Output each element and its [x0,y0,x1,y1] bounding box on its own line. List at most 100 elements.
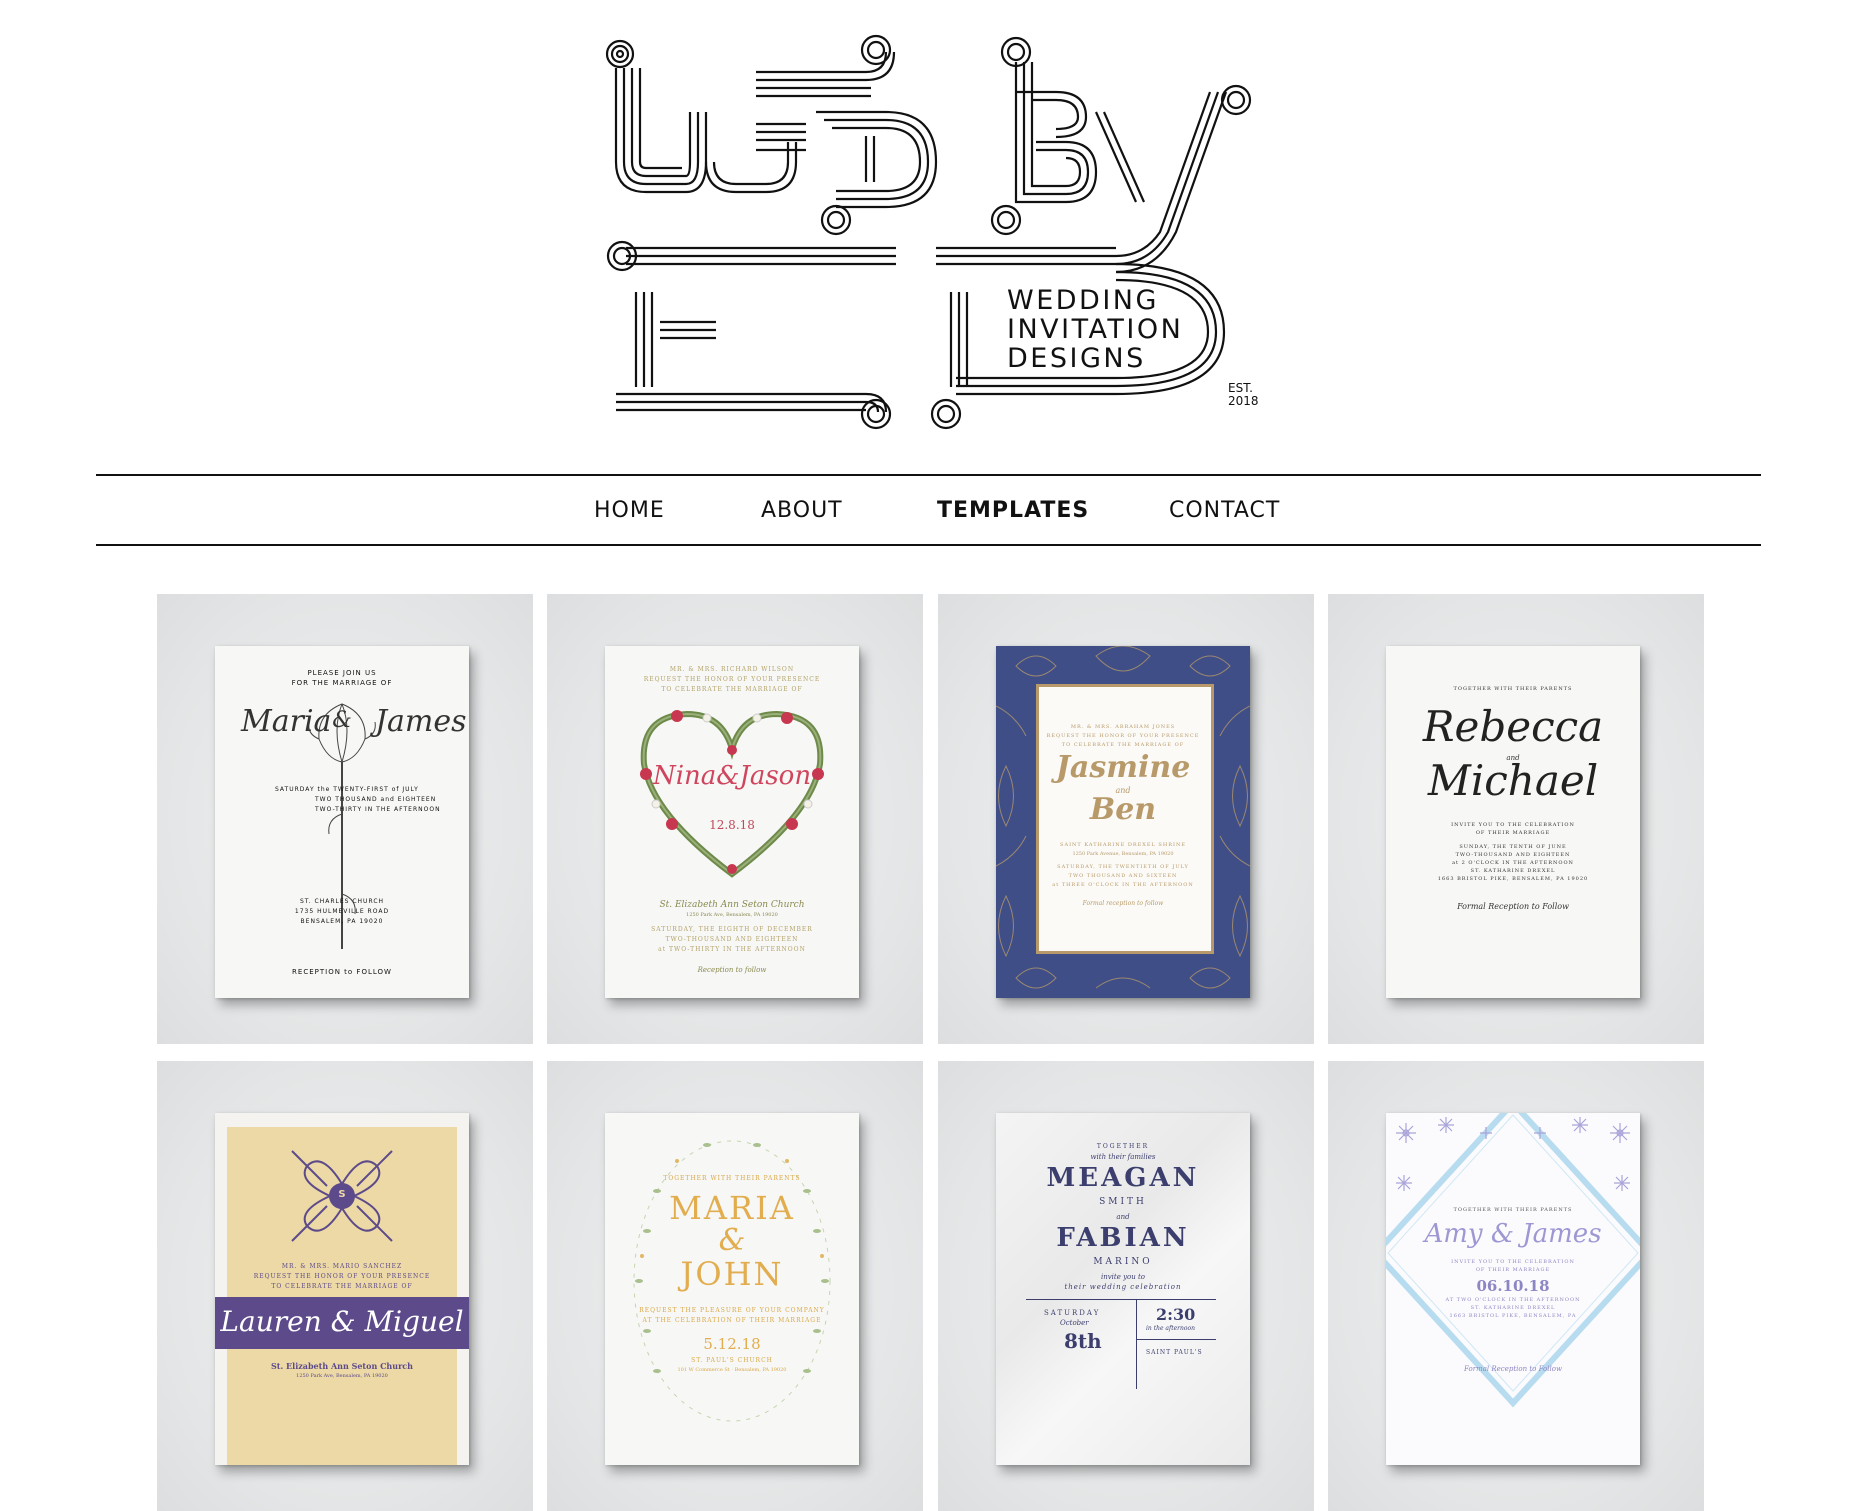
card-name: Michael [1427,756,1599,805]
card-venue: St. Elizabeth Ann Seton Church [271,1361,413,1371]
template-tile-rebecca-michael[interactable]: TOGETHER WITH THEIR PARENTS Rebecca and … [1328,594,1704,1044]
card-text: SUNDAY, THE TENTH OF JUNE [1459,844,1567,850]
card-text: MR. & MRS. MARIO SANCHEZ [281,1263,403,1270]
invitation-card: TOGETHER WITH THEIR PARENTS Amy & James … [1386,1113,1640,1465]
nav-divider-bottom [96,544,1761,546]
card-text: BENSALEM, PA 19020 [300,918,384,925]
invitation-card: TOGETHER WITH THEIR PARENTS MARIA & JOHN… [605,1113,859,1465]
logo-letter-b [990,36,1098,236]
invitation-card: PLEASE JOIN US FOR THE MARRIAGE OF Maria… [215,646,469,998]
nav-about[interactable]: ABOUT [761,498,843,523]
card-name: Ben [1089,792,1157,827]
logo-letter-d [816,110,938,236]
card-text: in the afternoon [1146,1325,1196,1332]
card-text: TOGETHER WITH THEIR PARENTS [1453,686,1573,692]
card-text: their wedding celebration [1064,1283,1182,1291]
card-text: SATURDAY, THE TWENTIETH OF JULY [1057,864,1189,870]
card-text: Formal Reception to Follow [1457,902,1569,911]
card-monogram: S [338,1189,346,1200]
card-text: Formal reception to follow [1082,900,1164,907]
card-and: and [1116,1213,1130,1221]
card-text: SAINT PAUL'S [1146,1349,1203,1356]
card-text: invite you to [1100,1273,1146,1281]
card-text: OF THEIR MARRIAGE [1475,830,1551,836]
logo-bars [606,240,1116,272]
card-time: 2:30 [1156,1305,1196,1324]
card-text: with their families [1090,1153,1156,1161]
invitation-card: TOGETHER WITH THEIR PARENTS Rebecca and … [1386,646,1640,998]
card-name: FABIAN [1056,1223,1190,1253]
invitation-card: MR. & MRS. ABRAHAM JONES REQUEST THE HON… [996,646,1250,998]
card-text: AT TWO O'CLOCK IN THE AFTERNOON [1445,1297,1581,1303]
card-text: TOGETHER [1096,1143,1150,1150]
card-text: ST. KATHARINE DREXEL [1470,1305,1556,1311]
invitation-card: TOGETHER with their families MEAGAN SMIT… [996,1113,1250,1465]
template-tile-amy-james[interactable]: TOGETHER WITH THEIR PARENTS Amy & James … [1328,1061,1704,1511]
card-surname: MARINO [1093,1257,1153,1267]
card-text: TWO-THIRTY IN THE AFTERNOON [315,806,441,813]
card-text: TO CELEBRATE THE MARRIAGE OF [271,1283,413,1290]
card-text: Reception to follow [697,966,767,974]
floral-heart-wreath-icon [640,710,824,878]
logo-tagline-line: INVITATION [1007,314,1184,345]
logo-letter-f [616,292,892,430]
card-text: REQUEST THE HONOR OF YOUR PRESENCE [1046,733,1200,739]
card-date: 8th [1064,1329,1102,1353]
card-text: REQUEST THE HONOR OF YOUR PRESENCE [643,676,821,683]
card-text: REQUEST THE HONOR OF YOUR PRESENCE [253,1273,431,1280]
card-text: TWO THOUSAND AND SIXTEEN [1068,873,1178,879]
card-text: at TWO-THIRTY IN THE AFTERNOON [658,946,806,953]
card-name: JOHN [680,1255,784,1293]
card-name: MEAGAN [1046,1163,1200,1193]
card-text: AT THE CELEBRATION OF THEIR MARRIAGE [642,1317,822,1324]
template-tile-maria-john[interactable]: TOGETHER WITH THEIR PARENTS MARIA & JOHN… [547,1061,923,1511]
card-names: Amy & James [1424,1219,1602,1249]
template-tile-meagan-fabian[interactable]: TOGETHER with their families MEAGAN SMIT… [938,1061,1314,1511]
card-venue: St. Elizabeth Ann Seton Church [659,900,805,910]
card-text: TO CELEBRATE THE MARRIAGE OF [1061,742,1185,748]
card-date: 5.12.18 [703,1335,761,1353]
logo-letter-y [1094,84,1252,274]
logo-letter-e [756,34,896,152]
template-tile-jasmine-ben[interactable]: MR. & MRS. ABRAHAM JONES REQUEST THE HON… [938,594,1314,1044]
logo-tagline-line: WEDDING [1007,285,1159,316]
card-text: TOGETHER WITH THEIR PARENTS [1453,1207,1573,1213]
card-text: 1250 Park Ave, Bensalem, PA 19020 [296,1373,388,1379]
logo-letter-w [605,39,798,194]
card-amp: & [718,1223,746,1258]
logo-tagline-line: DESIGNS [1007,343,1146,374]
card-text: TOGETHER WITH THEIR PARENTS [663,1175,801,1182]
logo-established: EST. 2018 [1228,382,1259,408]
card-text: 1663 BRISTOL PIKE, BENSALEM, PA [1449,1313,1577,1319]
card-names: Nina&Jason [652,761,812,791]
nav-contact[interactable]: CONTACT [1169,498,1280,523]
card-text: ST. PAUL'S CHURCH [691,1357,773,1364]
card-name: James [375,704,467,739]
card-text: SAINT KATHARINE DREXEL SHRINE [1060,842,1186,848]
card-name: Rebecca [1422,702,1604,751]
card-text: TO CELEBRATE THE MARRIAGE OF [661,686,803,693]
card-surname: SMITH [1099,1197,1147,1207]
card-text: TWO THOUSAND and EIGHTEEN [315,796,437,803]
template-tile-lauren-miguel[interactable]: S MR. & MRS. MARIO SANCHEZ REQUEST THE H… [157,1061,533,1511]
card-text: at THREE O'CLOCK IN THE AFTERNOON [1052,882,1194,888]
card-date: 06.10.18 [1476,1277,1550,1295]
card-text: MR. & MRS. RICHARD WILSON [669,666,795,673]
card-text: TWO-THOUSAND AND EIGHTEEN [1455,852,1571,858]
card-text: SATURDAY [1044,1309,1101,1317]
card-text: 1250 Park Avenue, Bensalem, PA 19020 [1072,851,1174,857]
card-text: October [1060,1319,1089,1327]
card-text: INVITE YOU TO THE CELEBRATION [1451,822,1575,828]
nav-templates[interactable]: TEMPLATES [937,498,1089,523]
template-tile-maria-james[interactable]: PLEASE JOIN US FOR THE MARRIAGE OF Maria… [157,594,533,1044]
nav-home[interactable]: HOME [594,498,665,523]
invitation-card: S MR. & MRS. MARIO SANCHEZ REQUEST THE H… [215,1113,469,1465]
card-text: ST. CHARLES CHURCH [299,898,385,905]
card-text: SATURDAY, THE EIGHTH OF DECEMBER [651,926,813,933]
card-text: REQUEST THE PLEASURE OF YOUR COMPANY [639,1307,825,1314]
card-names: Lauren & Miguel [220,1305,464,1338]
card-text: at 2 O'CLOCK IN THE AFTERNOON [1452,860,1574,866]
card-text: MR. & MRS. ABRAHAM JONES [1070,724,1176,730]
template-tile-nina-jason[interactable]: MR. & MRS. RICHARD WILSON REQUEST THE HO… [547,594,923,1044]
card-text: INVITE YOU TO THE CELEBRATION [1451,1259,1575,1265]
